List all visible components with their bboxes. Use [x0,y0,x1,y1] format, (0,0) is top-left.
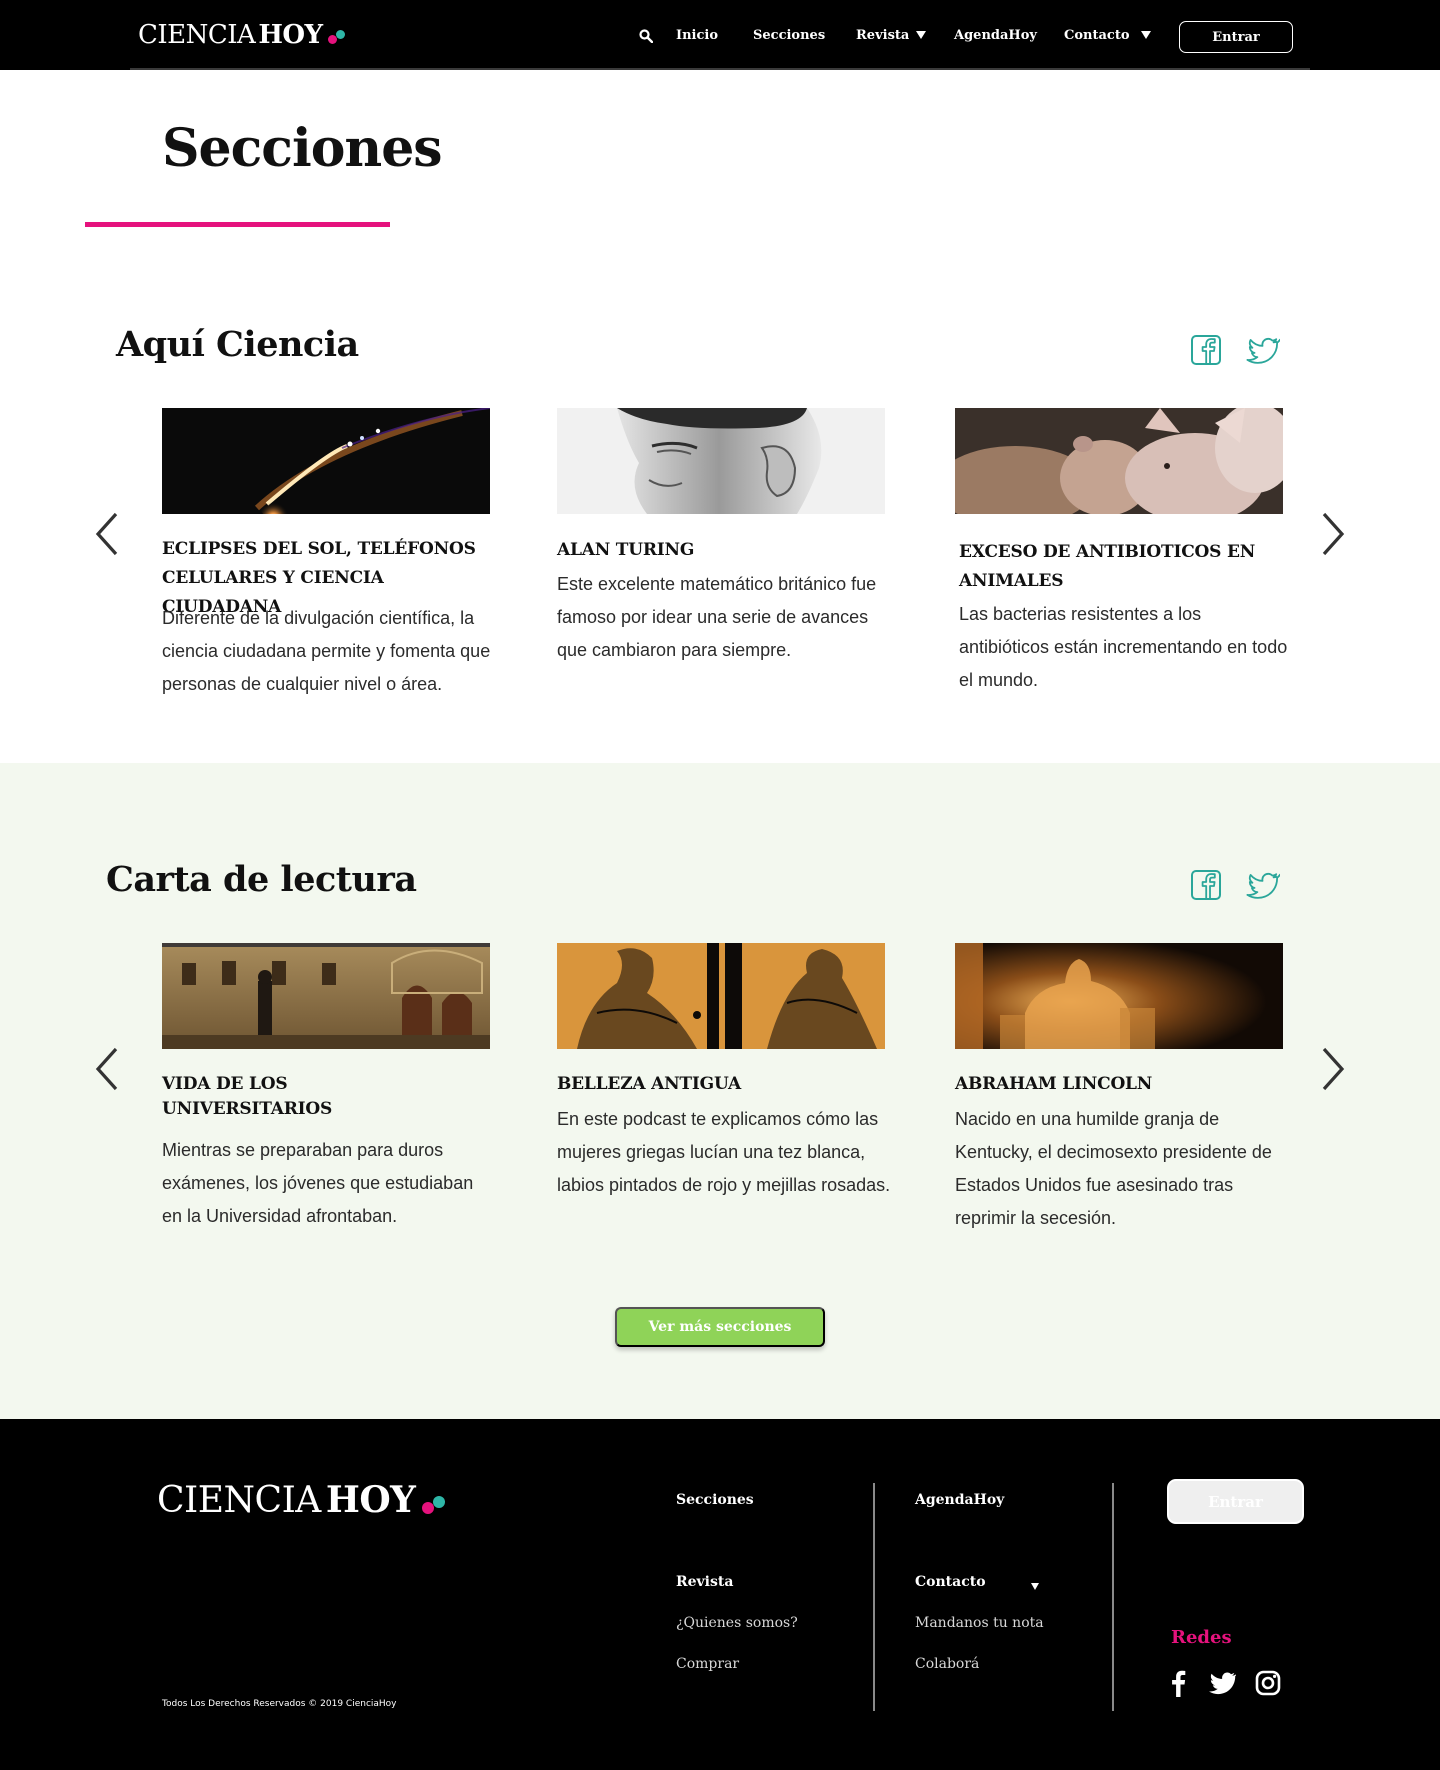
copyright-text: Todos Los Derechos Reservados © 2019 Cie… [162,1699,397,1709]
nav-revista[interactable]: Revista [856,28,927,43]
carousel-prev-arrow-icon[interactable] [92,1045,122,1093]
nav-inicio[interactable]: Inicio [676,28,718,43]
footer-link-secciones[interactable]: Secciones [676,1492,754,1508]
carousel-next-arrow-icon[interactable] [1318,510,1348,558]
carousel-prev-arrow-icon[interactable] [92,510,122,558]
login-button[interactable]: Entrar [1179,21,1293,53]
card-title[interactable]: ALAN TURING [557,536,892,565]
footer-login-button[interactable]: Entrar [1167,1479,1304,1524]
card-title[interactable]: BELLEZA ANTIGUA [557,1072,892,1097]
carousel-next-arrow-icon[interactable] [1318,1045,1348,1093]
triangle-down-icon [1030,1583,1039,1590]
footer-link-quienes-somos[interactable]: ¿Quienes somos? [676,1615,798,1631]
card-excerpt: Diferente de la divulgación científica, … [162,608,491,694]
twitter-icon[interactable] [1246,869,1280,903]
footer-link-revista[interactable]: Revista [676,1574,733,1590]
card-excerpt: Las bacterias resistentes a los antibiót… [959,604,1288,690]
site-logo[interactable]: CIENCIA HOY [138,20,347,50]
university-building-image[interactable] [162,943,490,1049]
title-underline [85,222,390,227]
section-title: Aquí Ciencia [116,324,359,365]
alan-turing-portrait-image[interactable] [557,408,885,514]
footer: CIENCIA HOY Secciones Revista ¿Quienes s… [0,1419,1440,1770]
card-title[interactable]: ABRAHAM LINCOLN [955,1072,1290,1097]
card-excerpt: Este excelente matemático británico fue … [557,574,877,660]
facebook-icon[interactable] [1190,334,1224,368]
eclipse-image[interactable] [162,408,490,514]
footer-divider [1112,1483,1114,1711]
footer-link-colabora[interactable]: Colaborá [915,1656,979,1672]
nav-contacto[interactable]: Contacto [1064,28,1151,43]
top-navbar: CIENCIA HOY Inicio Secciones Revista Age… [0,0,1440,70]
card-excerpt: Mientras se preparaban para duros exámen… [162,1140,474,1226]
section-title: Carta de lectura [106,859,417,900]
facebook-icon[interactable] [1190,869,1224,903]
triangle-down-icon [916,31,927,39]
greek-vase-art-image[interactable] [557,943,885,1049]
card-excerpt: Nacido en una humilde granja de Kentucky… [955,1109,1272,1228]
redes-label: Redes [1171,1627,1232,1648]
card-title[interactable]: EXCESO DE ANTIBIOTICOS EN ANIMALES [959,538,1294,596]
search-icon[interactable] [639,29,653,43]
footer-link-agendahoy[interactable]: AgendaHoy [915,1492,1004,1508]
piglets-image[interactable] [955,408,1283,514]
instagram-icon[interactable] [1254,1669,1282,1697]
facebook-icon[interactable] [1164,1669,1192,1697]
header-divider [130,68,1310,70]
nav-agendahoy[interactable]: AgendaHoy [954,28,1037,43]
footer-link-mandanos-tu-nota[interactable]: Mandanos tu nota [915,1615,1044,1631]
footer-logo[interactable]: CIENCIA HOY [157,1479,449,1521]
logo-dots-icon [327,29,347,44]
twitter-icon[interactable] [1208,1669,1236,1697]
nav-secciones[interactable]: Secciones [753,28,825,43]
page-title: Secciones [162,118,443,179]
logo-dots-icon [421,1494,449,1514]
triangle-down-icon [1140,31,1151,39]
footer-link-comprar[interactable]: Comprar [676,1656,739,1672]
more-sections-button[interactable]: Ver más secciones [615,1307,825,1347]
footer-divider [873,1483,875,1711]
card-title[interactable]: VIDA DE LOS UNIVERSITARIOS [162,1072,392,1122]
footer-link-contacto[interactable]: Contacto [915,1574,1039,1590]
twitter-icon[interactable] [1246,334,1280,368]
card-excerpt: En este podcast te explicamos cómo las m… [557,1109,891,1195]
lincoln-memorial-image[interactable] [955,943,1283,1049]
